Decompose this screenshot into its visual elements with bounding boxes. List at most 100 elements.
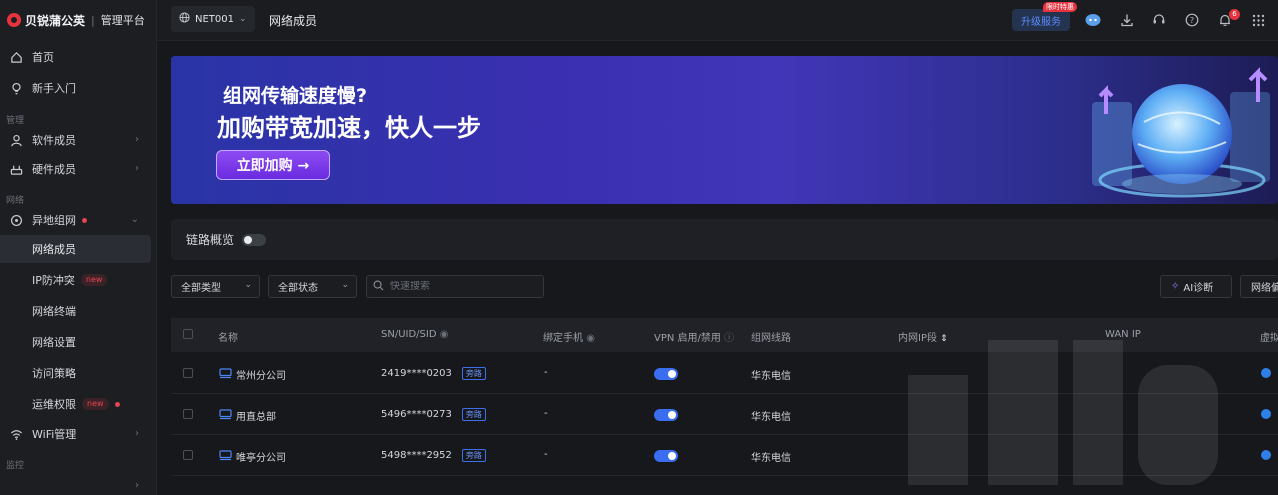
column-header-sn-label: SN/UID/SID <box>381 329 437 340</box>
sidebar-item-label: 网络设置 <box>32 336 76 349</box>
column-header-sn: SN/UID/SID ◉ <box>381 329 448 340</box>
device-icon <box>219 409 232 423</box>
eye-icon[interactable]: ◉ <box>586 333 595 344</box>
row-sn-value: 5498****2952 <box>381 450 452 461</box>
row-checkbox[interactable] <box>183 409 193 419</box>
search-input[interactable] <box>390 281 540 292</box>
brand-separator: | <box>91 13 95 27</box>
row-sn: 2419****0203 旁路 <box>381 367 486 380</box>
ai-diagnosis-button[interactable]: ✧ AI诊断 <box>1160 275 1232 298</box>
sidebar-item-ip-conflict[interactable]: IP防冲突 new <box>0 266 151 294</box>
brand-name: 贝锐蒲公英 <box>25 13 86 28</box>
sidebar-item-label: 异地组网 <box>32 214 76 227</box>
link-overview-panel: 链路概览 <box>171 219 1278 260</box>
section-label-manage: 管理 <box>6 116 25 126</box>
sidebar-item-home[interactable]: 首页 <box>0 43 151 71</box>
sidebar: 贝锐蒲公英 | 管理平台 首页 新手入门 管理 软件成员 › 硬件成员 › 网络… <box>0 0 157 495</box>
sidebar-item-network-members[interactable]: 网络成员 <box>0 235 151 263</box>
sidebar-item-label: 新手入门 <box>32 82 76 95</box>
chevron-down-icon: ⌄ <box>239 14 247 24</box>
globe-icon <box>179 12 190 26</box>
row-checkbox[interactable] <box>183 368 193 378</box>
status-filter-select[interactable]: 全部状态 ⌄ <box>268 275 357 298</box>
row-sn-value: 2419****0203 <box>381 368 452 379</box>
sidebar-item-network-terminals[interactable]: 网络终端 <box>0 297 151 325</box>
support-icon[interactable] <box>1151 12 1167 28</box>
link-overview-toggle[interactable] <box>242 233 267 246</box>
chevron-right-icon: › <box>135 134 139 145</box>
status-icon <box>1261 368 1271 378</box>
sidebar-item-wifi[interactable]: WiFi管理 › <box>0 420 151 448</box>
network-action-button[interactable]: 网络偏 <box>1240 275 1278 298</box>
promo-banner[interactable]: 组网传输速度慢? 加购带宽加速，快人一步 立即加购 → <box>171 56 1278 204</box>
banner-headline: 组网传输速度慢? <box>223 85 368 107</box>
apps-grid-icon[interactable] <box>1250 12 1266 28</box>
notification-dot <box>114 401 120 407</box>
sidebar-item-label: IP防冲突 <box>32 274 75 287</box>
column-header-name: 名称 <box>218 333 238 344</box>
row-sn-value: 5496****0273 <box>381 409 452 420</box>
download-icon[interactable] <box>1119 12 1135 28</box>
sidebar-item-label: WiFi管理 <box>32 428 77 441</box>
chevron-down-icon: ⌄ <box>244 280 252 290</box>
column-header-vpn: VPN 启用/禁用 ⓘ <box>654 329 734 344</box>
sidebar-item-network-settings[interactable]: 网络设置 <box>0 328 151 356</box>
select-all-checkbox[interactable] <box>183 329 193 339</box>
column-header-phone-label: 绑定手机 <box>543 333 583 344</box>
type-filter-value: 全部类型 <box>181 283 221 294</box>
sidebar-item-monitor[interactable]: › <box>0 472 151 495</box>
router-icon <box>9 162 23 176</box>
type-filter-select[interactable]: 全部类型 ⌄ <box>171 275 260 298</box>
banner-subheadline: 加购带宽加速，快人一步 <box>217 114 481 142</box>
search-field[interactable] <box>366 275 544 298</box>
sidebar-item-ops-permissions[interactable]: 运维权限 new <box>0 390 151 418</box>
vpn-toggle[interactable] <box>654 368 678 380</box>
sparkle-icon: ✧ <box>1171 281 1180 292</box>
section-label-monitor: 监控 <box>6 461 25 471</box>
sidebar-item-remote-network[interactable]: 异地组网 ⌄ <box>0 206 151 234</box>
status-icon <box>1261 409 1271 419</box>
column-header-virtual: 虚拟 <box>1260 333 1278 344</box>
network-icon <box>9 213 23 227</box>
row-line: 华东电信 <box>751 412 791 423</box>
brand-logo[interactable]: 贝锐蒲公英 | 管理平台 <box>0 0 156 40</box>
row-sn: 5496****0273 旁路 <box>381 408 486 421</box>
sidebar-item-software-members[interactable]: 软件成员 › <box>0 126 151 154</box>
sidebar-item-label: 软件成员 <box>32 134 76 147</box>
notification-count-badge: 6 <box>1229 9 1240 20</box>
row-phone: - <box>544 408 548 419</box>
network-selector[interactable]: NET001 ⌄ <box>171 6 255 32</box>
network-action-label: 网络偏 <box>1251 283 1278 294</box>
vpn-toggle[interactable] <box>654 409 678 421</box>
sidebar-item-hardware-members[interactable]: 硬件成员 › <box>0 155 151 183</box>
globe-illustration-icon <box>1092 67 1270 198</box>
row-name[interactable]: 常州分公司 <box>236 367 286 382</box>
logo-mark-icon <box>7 13 21 27</box>
assistant-icon[interactable] <box>1085 12 1101 28</box>
eye-icon[interactable]: ◉ <box>440 329 449 340</box>
row-checkbox[interactable] <box>183 450 193 460</box>
sidebar-item-getting-started[interactable]: 新手入门 <box>0 74 151 102</box>
row-name[interactable]: 唯亭分公司 <box>236 449 286 464</box>
brand-subtitle: 管理平台 <box>100 14 145 27</box>
vpn-toggle[interactable] <box>654 450 678 462</box>
top-bar: NET001 ⌄ 网络成员 升级服务 限时特惠 ? 6 <box>157 0 1278 41</box>
sidebar-item-label: 运维权限 <box>32 398 76 411</box>
chevron-right-icon: › <box>135 480 139 491</box>
row-name[interactable]: 用直总部 <box>236 408 276 423</box>
home-icon <box>9 50 23 64</box>
sidebar-item-label: 访问策略 <box>32 367 76 380</box>
help-icon[interactable]: ? <box>1184 12 1200 28</box>
question-circle-icon[interactable]: ⓘ <box>724 333 734 344</box>
new-badge: new <box>80 274 108 286</box>
bypass-tag: 旁路 <box>461 367 486 380</box>
bypass-tag: 旁路 <box>461 408 486 421</box>
upgrade-service-button[interactable]: 升级服务 <box>1012 9 1070 31</box>
search-icon <box>373 280 384 294</box>
sidebar-item-label: 硬件成员 <box>32 163 76 176</box>
lightbulb-icon <box>9 81 23 95</box>
link-overview-label: 链路概览 <box>186 233 235 247</box>
buy-now-button[interactable]: 立即加购 → <box>216 150 330 180</box>
sidebar-item-access-policy[interactable]: 访问策略 <box>0 359 151 387</box>
sidebar-item-label: 网络成员 <box>32 243 76 256</box>
